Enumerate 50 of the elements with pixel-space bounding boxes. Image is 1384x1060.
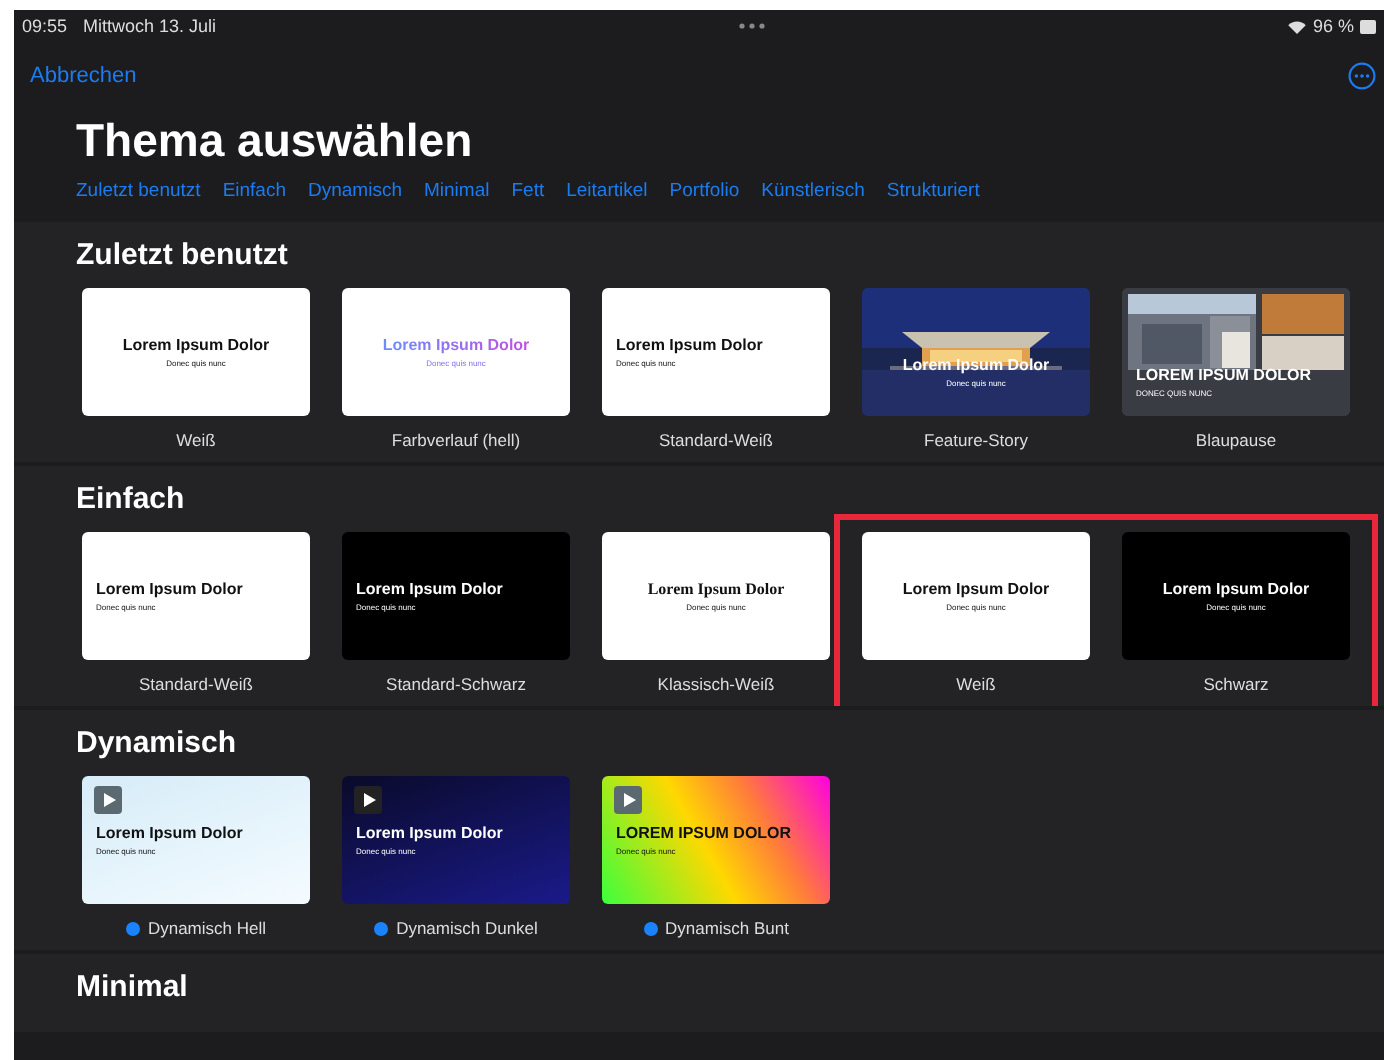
category-link[interactable]: Fett [511, 180, 545, 202]
status-date: Mittwoch 13. Juli [83, 16, 217, 36]
theme-label: Standard-Weiß [658, 430, 773, 450]
section-heading: Dynamisch [76, 726, 239, 760]
category-link[interactable]: Zuletzt benutzt [76, 180, 201, 202]
slide-title: Lorem Ipsum Dolor [122, 336, 270, 354]
battery-percent: 96 % [1312, 16, 1354, 36]
cancel-button[interactable]: Abbrechen [30, 64, 137, 88]
section-heading: Minimal [76, 970, 190, 1004]
slide-title: Lorem Ipsum Dolor [382, 336, 530, 354]
theme-label: Standard-Weiß [138, 674, 253, 694]
play-icon [614, 786, 642, 814]
category-link[interactable]: Einfach [222, 180, 286, 202]
slide-title: Lorem Ipsum Dolor [647, 580, 785, 598]
category-link[interactable]: Dynamisch [308, 180, 402, 202]
theme-label: Klassisch-Weiß [657, 674, 775, 694]
theme-label: Weiß [956, 674, 996, 694]
slide-title: Lorem Ipsum Dolor [356, 824, 503, 842]
theme-label: Feature-Story [924, 430, 1028, 450]
slide-title: Lorem Ipsum Dolor [902, 580, 1050, 598]
theme-label: Dynamisch Bunt [665, 918, 789, 938]
slide-title: Lorem Ipsum Dolor [616, 336, 763, 354]
more-icon[interactable] [1348, 62, 1376, 90]
slide-title: Lorem Ipsum Dolor [1162, 580, 1310, 598]
battery-icon [1360, 19, 1376, 33]
theme-label: Standard-Schwarz [386, 674, 526, 694]
section-heading: Zuletzt benutzt [76, 238, 290, 272]
slide-title: Lorem Ipsum Dolor [96, 580, 243, 598]
theme-label: Dynamisch Hell [147, 918, 267, 938]
slide-title: LOREM IPSUM DOLOR [616, 824, 792, 842]
play-icon [354, 786, 382, 814]
play-icon [94, 786, 122, 814]
theme-label: Blaupause [1195, 430, 1277, 450]
category-link[interactable]: Strukturiert [886, 180, 980, 202]
category-link[interactable]: Künstlerisch [761, 180, 865, 202]
wifi-icon [1288, 19, 1307, 33]
slide-title: Lorem Ipsum Dolor [356, 580, 503, 598]
page-title: Thema auswählen [76, 114, 475, 168]
status-time: 09:55 [22, 16, 68, 36]
category-link[interactable]: Portfolio [669, 180, 740, 202]
category-link[interactable]: Minimal [424, 180, 490, 202]
theme-label: Farbverlauf (hell) [391, 430, 521, 450]
section-heading: Einfach [76, 482, 187, 516]
category-link[interactable]: Leitartikel [566, 180, 648, 202]
multitask-dots-icon[interactable] [738, 22, 767, 30]
theme-label: Weiß [176, 430, 216, 450]
slide-title: Lorem Ipsum Dolor [96, 824, 243, 842]
theme-label: Schwarz [1203, 674, 1269, 694]
slide-title: LOREM IPSUM DOLOR [1136, 366, 1312, 384]
theme-label: Dynamisch Dunkel [396, 918, 538, 938]
